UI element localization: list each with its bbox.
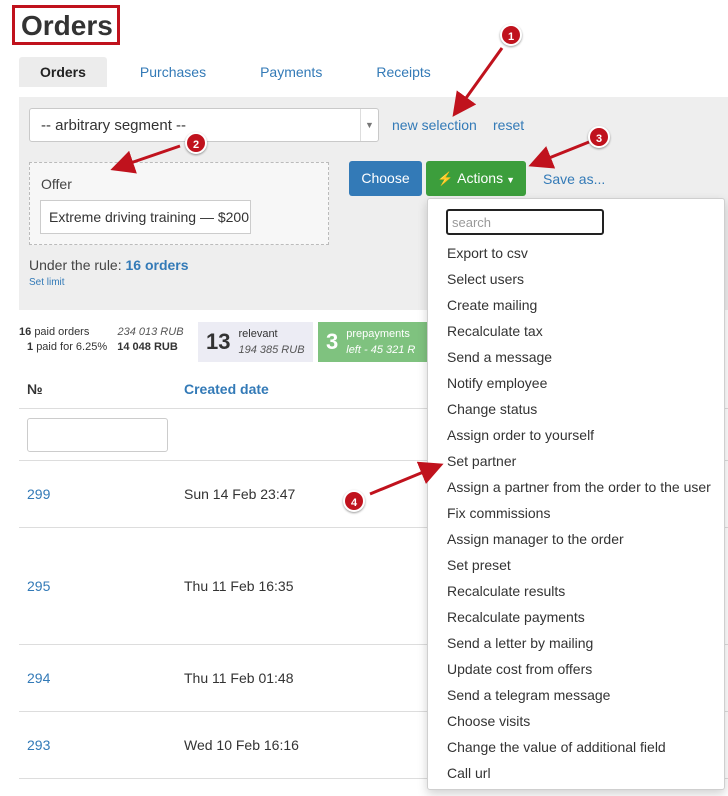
order-number-link[interactable]: 299: [27, 486, 50, 502]
menu-item-update-cost-from-offers[interactable]: Update cost from offers: [428, 656, 724, 682]
menu-item-send-telegram-message[interactable]: Send a telegram message: [428, 682, 724, 708]
prepay-left: left - 45 321 R: [346, 344, 416, 356]
menu-item-assign-manager[interactable]: Assign manager to the order: [428, 526, 724, 552]
menu-item-send-letter-by-mailing[interactable]: Send a letter by mailing: [428, 630, 724, 656]
annotation-badge-2: 2: [185, 132, 207, 154]
actions-button[interactable]: ⚡ Actions ▼: [426, 161, 526, 196]
actions-search-input[interactable]: [446, 209, 604, 235]
order-number-link[interactable]: 294: [27, 670, 50, 686]
select-caret-icon: ▼: [360, 109, 378, 141]
relevant-label: relevant: [238, 328, 278, 340]
menu-item-create-mailing[interactable]: Create mailing: [428, 292, 724, 318]
menu-item-send-message[interactable]: Send a message: [428, 344, 724, 370]
menu-item-call-url[interactable]: Call url: [428, 760, 724, 786]
relevant-amount: 194 385 RUB: [238, 344, 305, 356]
order-created-date: Sun 14 Feb 23:47: [184, 486, 296, 502]
tab-bar: Orders Purchases Payments Receipts: [19, 57, 452, 87]
prepay-label: prepayments: [346, 328, 410, 340]
choose-button[interactable]: Choose: [349, 161, 422, 196]
offer-value-field[interactable]: Extreme driving training — $200: [40, 200, 251, 234]
page-title-highlight: Orders: [12, 5, 120, 45]
annotation-badge-3: 3: [588, 126, 610, 148]
rule-summary: Under the rule: 16 orders: [29, 257, 189, 273]
relevant-stat-box[interactable]: 13 relevant 194 385 RUB: [198, 322, 313, 362]
tab-orders[interactable]: Orders: [19, 57, 107, 87]
menu-item-recalculate-tax[interactable]: Recalculate tax: [428, 318, 724, 344]
menu-item-export-to-csv[interactable]: Export to csv: [428, 240, 724, 266]
menu-item-change-status[interactable]: Change status: [428, 396, 724, 422]
number-filter-input[interactable]: [27, 418, 168, 452]
menu-item-set-preset[interactable]: Set preset: [428, 552, 724, 578]
menu-item-change-additional-field[interactable]: Change the value of additional field: [428, 734, 724, 760]
annotation-badge-4: 4: [343, 490, 365, 512]
tab-receipts[interactable]: Receipts: [355, 57, 451, 87]
menu-item-recalculate-payments[interactable]: Recalculate payments: [428, 604, 724, 630]
rule-count-link[interactable]: 16 orders: [126, 257, 189, 273]
relevant-count: 13: [206, 329, 231, 354]
paid-orders-amount: 234 013 RUB: [117, 326, 184, 338]
new-selection-link[interactable]: new selection: [392, 117, 477, 133]
menu-item-set-partner[interactable]: Set partner: [428, 448, 724, 474]
paid-for-label: paid for 6.25%: [36, 341, 108, 353]
paid-for-count: 1: [27, 341, 34, 353]
annotation-badge-1: 1: [500, 24, 522, 46]
save-as-link[interactable]: Save as...: [543, 171, 605, 187]
actions-button-label: Actions: [457, 170, 504, 186]
order-number-link[interactable]: 293: [27, 737, 50, 753]
menu-item-assign-partner-to-user[interactable]: Assign a partner from the order to the u…: [428, 474, 724, 500]
set-limit-link[interactable]: Set limit: [29, 277, 65, 288]
prepay-count: 3: [326, 329, 339, 354]
paid-orders-label: paid orders: [34, 326, 90, 338]
menu-item-recalculate-results[interactable]: Recalculate results: [428, 578, 724, 604]
menu-item-choose-visits[interactable]: Choose visits: [428, 708, 724, 734]
tab-payments[interactable]: Payments: [239, 57, 343, 87]
menu-item-fix-commissions[interactable]: Fix commissions: [428, 500, 724, 526]
reset-link[interactable]: reset: [493, 117, 524, 133]
lightning-icon: ⚡: [436, 171, 454, 186]
paid-stats: 16 paid orders 234 013 RUB 1 paid for 6.…: [19, 326, 184, 353]
rule-label: Under the rule:: [29, 257, 122, 273]
order-created-date: Thu 11 Feb 01:48: [184, 670, 294, 686]
segment-select-value: -- arbitrary segment --: [41, 117, 187, 134]
menu-item-notify-employee[interactable]: Notify employee: [428, 370, 724, 396]
offer-filter-box: Offer Extreme driving training — $200: [29, 162, 329, 245]
offer-label: Offer: [41, 176, 72, 192]
menu-item-assign-order-to-yourself[interactable]: Assign order to yourself: [428, 422, 724, 448]
menu-item-select-users[interactable]: Select users: [428, 266, 724, 292]
column-header-number: №: [27, 381, 43, 397]
order-created-date: Wed 10 Feb 16:16: [184, 737, 299, 753]
actions-dropdown-menu: Export to csv Select users Create mailin…: [427, 198, 725, 790]
paid-orders-stat: 16 paid orders 234 013 RUB: [19, 326, 184, 338]
page-title: Orders: [21, 10, 113, 41]
prepayments-stat-box[interactable]: 3 prepayments left - 45 321 R: [318, 322, 428, 362]
caret-down-icon: ▼: [506, 175, 516, 185]
paid-for-stat: 1 paid for 6.25% 14 048 RUB: [19, 341, 184, 353]
actions-menu-list: Export to csv Select users Create mailin…: [428, 240, 724, 786]
tab-purchases[interactable]: Purchases: [119, 57, 227, 87]
column-header-created-date[interactable]: Created date: [184, 381, 269, 397]
order-number-link[interactable]: 295: [27, 578, 50, 594]
paid-for-amount: 14 048 RUB: [117, 341, 178, 353]
order-created-date: Thu 11 Feb 16:35: [184, 578, 294, 594]
paid-orders-count: 16: [19, 326, 32, 338]
